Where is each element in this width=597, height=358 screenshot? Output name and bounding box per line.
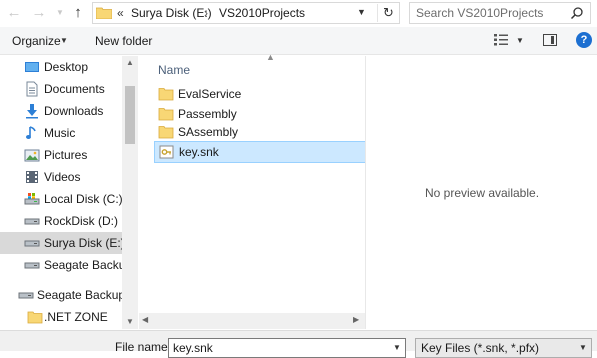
preview-pane-icon[interactable] xyxy=(543,34,557,46)
scroll-right-icon[interactable]: ▶ xyxy=(353,315,359,324)
nav-item-seagate-backup[interactable]: Seagate Backup xyxy=(0,254,132,276)
breadcrumb-item-folder[interactable]: VS2010Projects xyxy=(219,6,305,20)
scroll-down-icon[interactable]: ▼ xyxy=(122,315,138,329)
nav-item-music[interactable]: Music xyxy=(0,122,122,144)
sort-ascending-icon: ▲ xyxy=(266,52,275,62)
folder-icon xyxy=(96,7,112,19)
file-name-row: File name: ▼ Key Files (*.snk, *.pfx) ▼ xyxy=(0,330,597,358)
navigation-pane: Desktop Documents Downloads Music Pictur… xyxy=(0,56,138,329)
nav-item-net-zone[interactable]: .NET ZONE xyxy=(0,306,122,328)
nav-item-surya-disk-e[interactable]: Surya Disk (E:) xyxy=(0,232,125,254)
drive-icon xyxy=(24,262,40,269)
file-type-value: Key Files (*.snk, *.pfx) xyxy=(421,341,540,355)
file-row-passembly[interactable]: Passembly xyxy=(154,104,365,124)
navigation-scrollbar[interactable]: ▲ ▼ xyxy=(122,56,138,329)
folder-icon xyxy=(158,108,174,121)
nav-item-local-disk-c[interactable]: Local Disk (C:) xyxy=(0,188,123,210)
drive-icon xyxy=(18,292,34,299)
nav-item-desktop[interactable]: Desktop xyxy=(0,56,122,78)
file-list-horizontal-scrollbar[interactable]: ◀ ▶ xyxy=(139,313,365,329)
nav-item-label: Downloads xyxy=(44,104,104,118)
drive-icon xyxy=(24,240,40,247)
breadcrumb-item-drive[interactable]: Surya Disk (E:) xyxy=(131,6,212,20)
search-icon[interactable] xyxy=(570,6,584,20)
nav-item-label: Seagate Backup xyxy=(44,258,133,272)
file-list: ▲ Name EvalService Passembly SAssembly k… xyxy=(139,52,367,329)
download-icon xyxy=(26,104,38,119)
nav-item-label: Videos xyxy=(44,170,81,184)
breadcrumb-overflow[interactable]: « xyxy=(117,6,124,20)
chevron-down-icon[interactable]: ▼ xyxy=(60,36,68,45)
view-options-chevron-icon[interactable]: ▼ xyxy=(516,36,524,45)
file-type-select[interactable]: Key Files (*.snk, *.pfx) ▼ xyxy=(415,338,592,358)
file-name-label: File name: xyxy=(115,340,172,354)
file-name: EvalService xyxy=(178,87,242,101)
up-button[interactable]: ↑ xyxy=(68,3,88,23)
nav-item-label: Pictures xyxy=(44,148,88,162)
nav-item-label: Surya Disk (E:) xyxy=(44,236,125,250)
search-input[interactable] xyxy=(416,6,566,20)
column-header-name[interactable]: Name xyxy=(158,63,190,77)
file-row-key-snk[interactable]: key.snk xyxy=(154,141,367,163)
arrow-left-icon: ← xyxy=(6,4,22,21)
toolbar: Organize ▼ New folder ▼ ? xyxy=(0,27,597,55)
nav-item-label: Music xyxy=(44,126,76,140)
organize-button[interactable]: Organize xyxy=(12,34,61,48)
nav-item-pictures[interactable]: Pictures xyxy=(0,144,122,166)
nav-item-label: Desktop xyxy=(44,60,89,74)
refresh-button[interactable]: ↻ xyxy=(377,4,399,22)
file-name: SAssembly xyxy=(178,125,239,139)
folder-icon xyxy=(158,126,174,139)
nav-item-rockdisk-d[interactable]: RockDisk (D:) xyxy=(0,210,122,232)
music-icon xyxy=(26,126,36,139)
scroll-up-icon[interactable]: ▲ xyxy=(122,56,138,70)
drive-c-icon xyxy=(24,193,40,205)
address-box[interactable]: « Surya Disk (E:) › VS2010Projects ▼ ↻ xyxy=(92,2,400,24)
nav-item-label: .NET ZONE xyxy=(44,310,108,324)
nav-item-videos[interactable]: Videos xyxy=(0,166,122,188)
refresh-icon: ↻ xyxy=(383,5,394,20)
file-name-input[interactable] xyxy=(168,338,406,358)
folder-icon xyxy=(158,88,174,101)
recent-locations-button[interactable]: ▼ xyxy=(50,3,70,23)
new-folder-button[interactable]: New folder xyxy=(95,34,152,48)
nav-item-documents[interactable]: Documents xyxy=(0,78,122,100)
no-preview-message: No preview available. xyxy=(424,186,540,200)
videos-icon xyxy=(26,171,38,183)
back-button[interactable]: ← xyxy=(4,3,24,23)
nav-item-label: Documents xyxy=(44,82,105,96)
chevron-down-icon: ▼ xyxy=(56,8,64,17)
nav-item-label: Local Disk (C:) xyxy=(44,192,123,206)
breadcrumb-separator[interactable]: › xyxy=(204,6,208,20)
scroll-left-icon[interactable]: ◀ xyxy=(142,315,148,324)
nav-item-seagate-backup-p[interactable]: Seagate Backup P xyxy=(0,284,136,306)
forward-button[interactable]: → xyxy=(29,3,49,23)
preview-pane: No preview available. xyxy=(365,56,597,329)
nav-item-downloads[interactable]: Downloads xyxy=(0,100,122,122)
search-box[interactable] xyxy=(409,2,591,24)
address-dropdown-icon[interactable]: ▼ xyxy=(357,7,366,17)
drive-icon xyxy=(24,218,40,225)
file-name: Passembly xyxy=(178,107,237,121)
snk-file-icon xyxy=(159,145,174,159)
scrollbar-thumb[interactable] xyxy=(125,86,135,144)
desktop-icon xyxy=(25,62,39,72)
nav-item-label: RockDisk (D:) xyxy=(44,214,118,228)
pictures-icon xyxy=(24,149,40,162)
arrow-right-icon: → xyxy=(31,4,47,21)
arrow-up-icon: ↑ xyxy=(74,4,82,21)
file-row-evalservice[interactable]: EvalService xyxy=(154,84,365,104)
documents-icon xyxy=(26,81,38,97)
view-options-icon[interactable] xyxy=(494,34,508,46)
file-name: key.snk xyxy=(179,145,219,159)
file-row-sassembly[interactable]: SAssembly xyxy=(154,122,365,142)
folder-icon xyxy=(27,311,43,324)
address-bar-row: ← → ▼ ↑ « Surya Disk (E:) › VS2010Projec… xyxy=(0,0,597,26)
help-button[interactable]: ? xyxy=(576,32,592,48)
